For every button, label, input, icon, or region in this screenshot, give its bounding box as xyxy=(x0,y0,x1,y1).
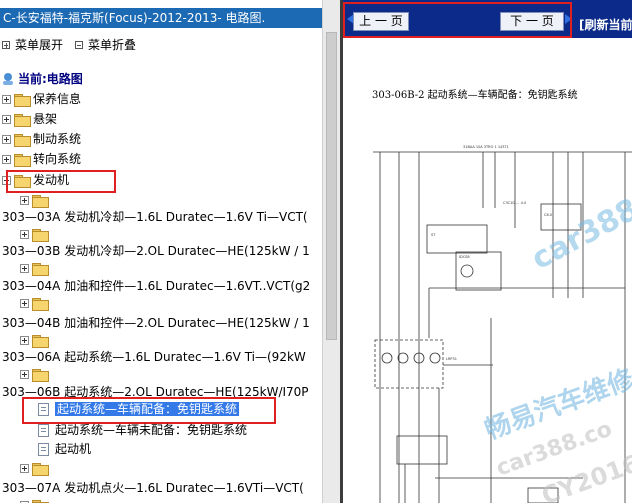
tree-label: 303—04B 加油和控件—2.OL Duratec—HE(125kW / 1 xyxy=(2,316,310,330)
tree-root[interactable]: 当前:电路图 xyxy=(2,70,83,88)
tree-label: 转向系统 xyxy=(33,152,82,166)
svg-text:C8.0: C8.0 xyxy=(544,213,552,217)
folder-icon xyxy=(32,368,49,382)
tree-label: 303—03B 发动机冷却—2.OL Duratec—HE(125kW / 1 xyxy=(2,244,310,258)
folder-icon xyxy=(32,334,49,348)
tree-item-subfolder[interactable] xyxy=(20,294,51,312)
folder-icon xyxy=(14,133,31,147)
tree-label: 保养信息 xyxy=(33,92,82,106)
svg-text:31BAA 10A 3TRO 1 143T1: 31BAA 10A 3TRO 1 143T1 xyxy=(463,145,509,149)
tree-item-section[interactable]: 303—03B 发动机冷却—2.OL Duratec—HE(125kW / 1 xyxy=(2,242,310,260)
expand-toggle-icon[interactable] xyxy=(20,464,29,473)
svg-text:C3C1D ... 4.0: C3C1D ... 4.0 xyxy=(503,201,526,205)
root-node-icon xyxy=(2,73,15,86)
folder-icon xyxy=(32,194,49,208)
expand-toggle-icon[interactable] xyxy=(2,95,11,104)
folder-icon xyxy=(32,297,49,311)
collapse-icon xyxy=(75,40,84,49)
tree-item-steering[interactable]: 转向系统 xyxy=(2,150,81,168)
expand-toggle-icon[interactable] xyxy=(20,336,29,345)
highlight-box-selected-doc xyxy=(22,397,276,424)
tree-doc[interactable]: 起动系统—车辆未配备：免钥匙系统 xyxy=(36,421,247,439)
tree-item-section[interactable]: 303—04A 加油和控件—1.6L Duratec—1.6VT..VCT(g2 xyxy=(2,277,310,295)
collapse-menu-button[interactable]: 菜单折叠 xyxy=(88,36,136,53)
document-icon xyxy=(38,424,49,437)
expand-toggle-icon[interactable] xyxy=(2,135,11,144)
refresh-link[interactable]: [刷新当前 xyxy=(579,16,632,33)
tree-label: 制动系统 xyxy=(33,132,82,146)
tree-item-brakes[interactable]: 制动系统 xyxy=(2,130,81,148)
tree-item-subfolder[interactable] xyxy=(20,365,51,383)
expand-toggle-icon[interactable] xyxy=(20,196,29,205)
tree-item-subfolder[interactable] xyxy=(20,459,51,477)
expand-toggle-icon[interactable] xyxy=(20,264,29,273)
tree-item-subfolder[interactable] xyxy=(20,225,51,243)
expand-toggle-icon[interactable] xyxy=(20,230,29,239)
expand-toggle-icon[interactable] xyxy=(20,370,29,379)
folder-icon xyxy=(14,93,31,107)
menu-toolbar: 菜单展开 菜单折叠 xyxy=(0,36,146,52)
tree-item-subfolder[interactable] xyxy=(20,496,51,503)
highlight-box-engine xyxy=(6,170,116,193)
svg-text:ST: ST xyxy=(431,233,436,237)
tree-item-section[interactable]: 303—04B 加油和控件—2.OL Duratec—HE(125kW / 1 xyxy=(2,314,310,332)
folder-icon xyxy=(32,262,49,276)
tree-doc[interactable]: 起动机 xyxy=(36,440,91,458)
expand-toggle-icon[interactable] xyxy=(2,115,11,124)
expand-toggle-icon[interactable] xyxy=(2,155,11,164)
tree-item-suspension[interactable]: 悬架 xyxy=(2,110,57,128)
folder-icon xyxy=(32,228,49,242)
manual-title-bar: C-长安福特-福克斯(Focus)-2012-2013- 电路图. xyxy=(0,8,322,28)
tree-label: 悬架 xyxy=(33,112,58,126)
folder-icon xyxy=(32,462,49,476)
tree-item-section[interactable]: 303—03A 发动机冷却—1.6L Duratec—1.6V Ti—VCT( xyxy=(2,208,308,226)
tree-pane: C-长安福特-福克斯(Focus)-2012-2013- 电路图. 菜单展开 菜单… xyxy=(0,0,340,503)
tree-label: 303—07A 发动机点火—1.6L Duratec—1.6VTi—VCT( xyxy=(2,481,304,495)
expand-icon xyxy=(2,40,10,49)
tree-item-section[interactable]: 303—07A 发动机点火—1.6L Duratec—1.6VTi—VCT( xyxy=(2,479,304,497)
expand-toggle-icon[interactable] xyxy=(20,299,29,308)
svg-text:LRP31: LRP31 xyxy=(446,357,457,361)
tree-item-subfolder[interactable] xyxy=(20,259,51,277)
expand-menu-button[interactable]: 菜单展开 xyxy=(15,36,63,53)
scrollbar-thumb[interactable] xyxy=(326,32,337,340)
svg-text:IDCS8: IDCS8 xyxy=(459,255,470,259)
tree-label: 303—03A 发动机冷却—1.6L Duratec—1.6V Ti—VCT( xyxy=(2,210,308,224)
tree-item-maintenance[interactable]: 保养信息 xyxy=(2,90,81,108)
tree-label: 303—06A 起动系统—1.6L Duratec—1.6V Ti—(92kW xyxy=(2,350,306,364)
folder-icon xyxy=(14,113,31,127)
content-pane: 上 一 页 下 一 页 [刷新当前 303-06B-2 起动系统—车辆配备：免钥… xyxy=(343,0,632,503)
folder-icon xyxy=(32,499,49,503)
tree-scrollbar[interactable] xyxy=(322,0,340,503)
tree-item-subfolder[interactable] xyxy=(20,191,51,209)
root-label: 当前:电路图 xyxy=(18,72,83,86)
tree-label: 303—04A 加油和控件—1.6L Duratec—1.6VT..VCT(g2 xyxy=(2,279,311,293)
tree-label: 起动系统—车辆未配备：免钥匙系统 xyxy=(55,423,248,437)
document-icon xyxy=(38,443,49,456)
folder-icon xyxy=(14,153,31,167)
tree-label: 起动机 xyxy=(55,442,92,456)
tree-item-subfolder[interactable] xyxy=(20,331,51,349)
highlight-box-nav xyxy=(343,2,572,38)
tree-item-section[interactable]: 303—06A 起动系统—1.6L Duratec—1.6V Ti—(92kW xyxy=(2,348,306,366)
